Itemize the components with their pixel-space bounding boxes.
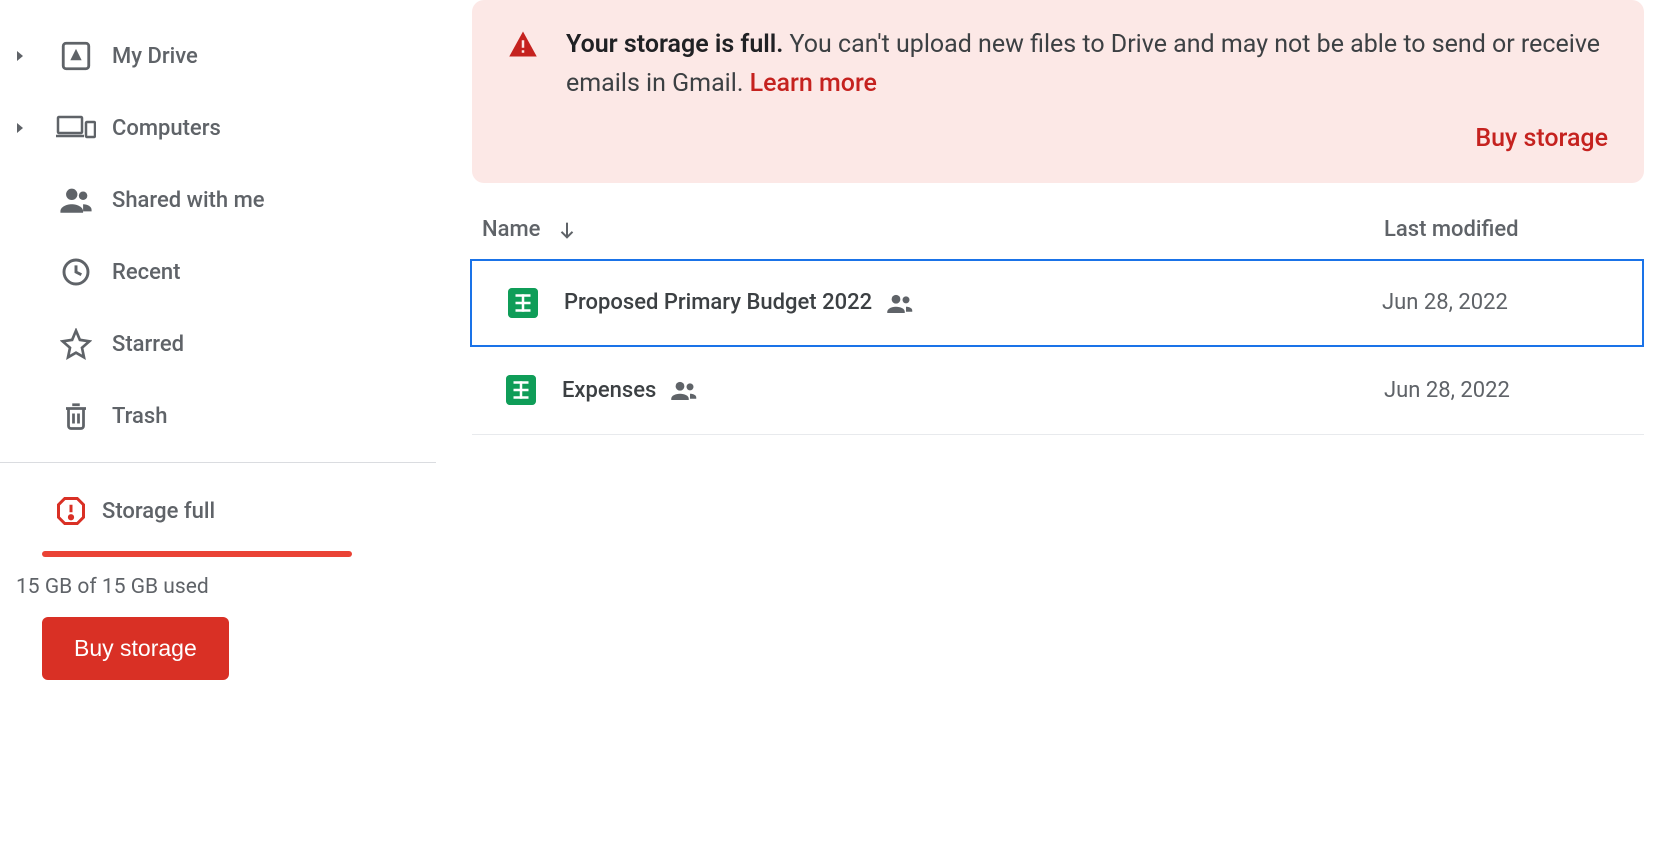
storage-section: Storage full 15 GB of 15 GB used Buy sto…	[0, 483, 436, 680]
file-modified: Jun 28, 2022	[1382, 290, 1642, 315]
alert-text: Your storage is full. You can't upload n…	[566, 26, 1608, 104]
shared-icon	[670, 380, 700, 400]
people-icon	[40, 183, 112, 217]
sheets-icon	[506, 375, 562, 405]
column-modified-label: Last modified	[1384, 217, 1519, 242]
sidebar-item-shared[interactable]: Shared with me	[0, 164, 436, 236]
alert-buy-storage-link[interactable]: Buy storage	[1475, 124, 1608, 153]
clock-icon	[40, 256, 112, 288]
sidebar: My Drive Computers	[0, 0, 436, 852]
file-row[interactable]: Expenses Jun 28, 2022	[472, 347, 1644, 435]
computers-icon	[40, 114, 112, 142]
table-header: Name Last modified	[472, 201, 1644, 259]
file-row[interactable]: Proposed Primary Budget 2022 Jun 28, 202…	[470, 259, 1644, 347]
sidebar-label: Recent	[112, 260, 180, 285]
sidebar-label: Trash	[112, 404, 167, 429]
storage-alert-icon	[40, 496, 102, 526]
main-content: Your storage is full. You can't upload n…	[436, 0, 1664, 852]
file-name: Proposed Primary Budget 2022	[564, 290, 872, 315]
trash-icon	[40, 400, 112, 432]
buy-storage-button[interactable]: Buy storage	[42, 617, 229, 680]
file-modified: Jun 28, 2022	[1384, 378, 1644, 403]
sidebar-item-trash[interactable]: Trash	[0, 380, 436, 452]
expand-icon[interactable]	[0, 122, 40, 134]
storage-status[interactable]: Storage full	[0, 483, 420, 539]
file-name: Expenses	[562, 378, 656, 403]
sidebar-item-my-drive[interactable]: My Drive	[0, 20, 436, 92]
storage-full-alert: Your storage is full. You can't upload n…	[472, 0, 1644, 183]
storage-status-label: Storage full	[102, 499, 215, 524]
shared-icon	[886, 293, 916, 313]
sidebar-item-computers[interactable]: Computers	[0, 92, 436, 164]
sidebar-label: Shared with me	[112, 188, 265, 213]
sidebar-item-recent[interactable]: Recent	[0, 236, 436, 308]
my-drive-icon	[40, 39, 112, 73]
warning-icon	[508, 26, 538, 58]
divider	[0, 462, 436, 463]
sheets-icon	[508, 288, 564, 318]
star-icon	[40, 328, 112, 360]
column-modified[interactable]: Last modified	[1384, 217, 1644, 242]
learn-more-link[interactable]: Learn more	[750, 69, 877, 98]
expand-icon[interactable]	[0, 50, 40, 62]
column-name-label: Name	[482, 217, 540, 242]
alert-strong: Your storage is full.	[566, 30, 783, 59]
sort-arrow-down-icon	[556, 219, 578, 241]
storage-progress-bar	[42, 551, 352, 557]
sidebar-label: My Drive	[112, 44, 198, 69]
sidebar-label: Computers	[112, 116, 221, 141]
column-name[interactable]: Name	[482, 217, 1384, 242]
sidebar-label: Starred	[112, 332, 184, 357]
sidebar-item-starred[interactable]: Starred	[0, 308, 436, 380]
storage-usage-text: 15 GB of 15 GB used	[0, 575, 420, 599]
